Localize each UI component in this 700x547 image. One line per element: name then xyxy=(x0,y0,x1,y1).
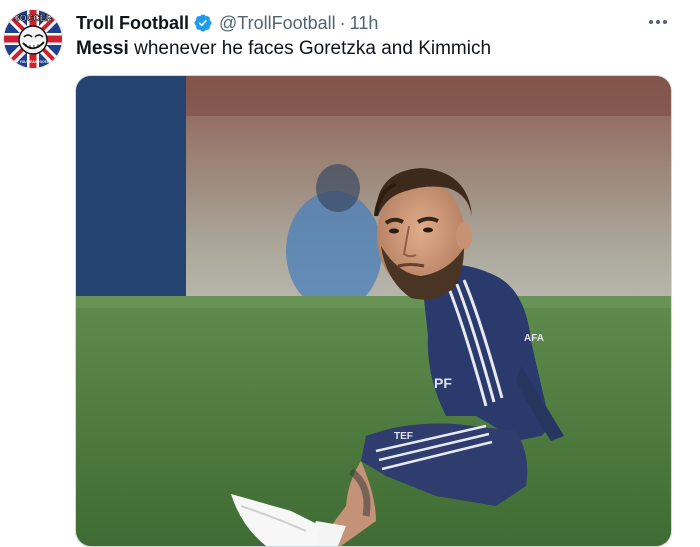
separator-dot: · xyxy=(339,12,346,33)
tweet-text: Messi whenever he faces Goretzka and Kim… xyxy=(76,37,680,61)
avatar-text-bottom: DON'T YOU MEAN FOOTBALL? xyxy=(9,60,57,64)
display-name[interactable]: Troll Football xyxy=(76,13,189,34)
tweet-media-image[interactable]: AFA PF TEF xyxy=(75,75,672,547)
avatar[interactable]: SOCCER DON'T YOU MEAN FOOTBALL? xyxy=(4,10,62,68)
shorts-text: TEF xyxy=(394,431,413,442)
more-options-icon[interactable] xyxy=(646,12,670,32)
tweet-header: Troll Football @TrollFootball · 11h xyxy=(76,11,676,35)
tweet-text-rest: whenever he faces Goretzka and Kimmich xyxy=(128,38,492,59)
account-handle[interactable]: @TrollFootball xyxy=(219,13,336,34)
shirt-text-top: AFA xyxy=(524,333,544,344)
verified-badge-icon xyxy=(193,13,213,33)
avatar-text-top: SOCCER xyxy=(14,13,53,23)
meme-photo: AFA PF TEF xyxy=(76,76,671,546)
shirt-text-mid: PF xyxy=(434,375,452,391)
troll-football-logo: SOCCER DON'T YOU MEAN FOOTBALL? xyxy=(4,10,62,68)
tweet-bold-word: Messi xyxy=(76,38,129,59)
timestamp[interactable]: 11h xyxy=(350,13,379,34)
